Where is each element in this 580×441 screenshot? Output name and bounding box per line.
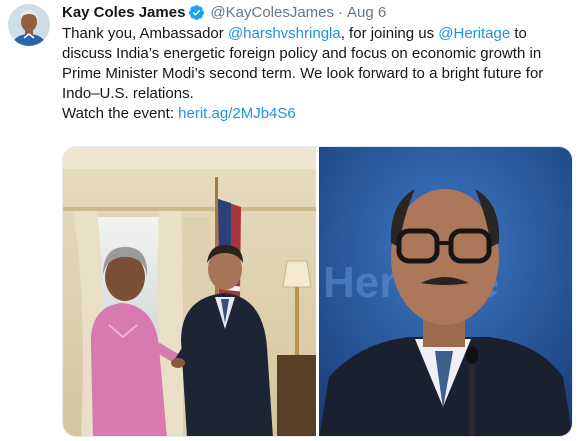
- tweet-card[interactable]: Kay Coles James @KayColesJames · Aug 6 T…: [0, 0, 580, 441]
- ambassador-image: Heritage: [319, 147, 572, 436]
- mention-link-heritage[interactable]: @Heritage: [438, 25, 510, 42]
- mention-link-harshvshringla[interactable]: @harshvshringla: [228, 25, 341, 42]
- author-handle[interactable]: @KayColesJames: [210, 4, 334, 21]
- photo-ambassador[interactable]: Heritage: [319, 147, 572, 436]
- handshake-image: [63, 147, 316, 436]
- author-avatar[interactable]: [8, 4, 50, 46]
- event-link[interactable]: herit.ag/2MJb4S6: [178, 105, 296, 122]
- tweet-content: Kay Coles James @KayColesJames · Aug 6 T…: [62, 0, 574, 124]
- header-separator: ·: [338, 3, 344, 21]
- watch-line: Watch the event: herit.ag/2MJb4S6: [62, 104, 574, 124]
- tweet-date[interactable]: Aug 6: [347, 4, 386, 21]
- text-segment: Thank you, Ambassador: [62, 25, 228, 42]
- tweet-body: Thank you, Ambassador @harshvshringla, f…: [62, 24, 574, 104]
- photo-handshake[interactable]: [63, 147, 316, 436]
- author-name[interactable]: Kay Coles James: [62, 4, 185, 21]
- tweet-text: Thank you, Ambassador @harshvshringla, f…: [62, 24, 574, 124]
- watch-label: Watch the event:: [62, 105, 179, 122]
- tweet-media: Heritage: [62, 146, 573, 437]
- avatar-image: [8, 4, 50, 46]
- verified-badge-icon: [188, 4, 205, 21]
- tweet-header: Kay Coles James @KayColesJames · Aug 6: [62, 0, 574, 24]
- text-segment: , for joining us: [340, 25, 439, 42]
